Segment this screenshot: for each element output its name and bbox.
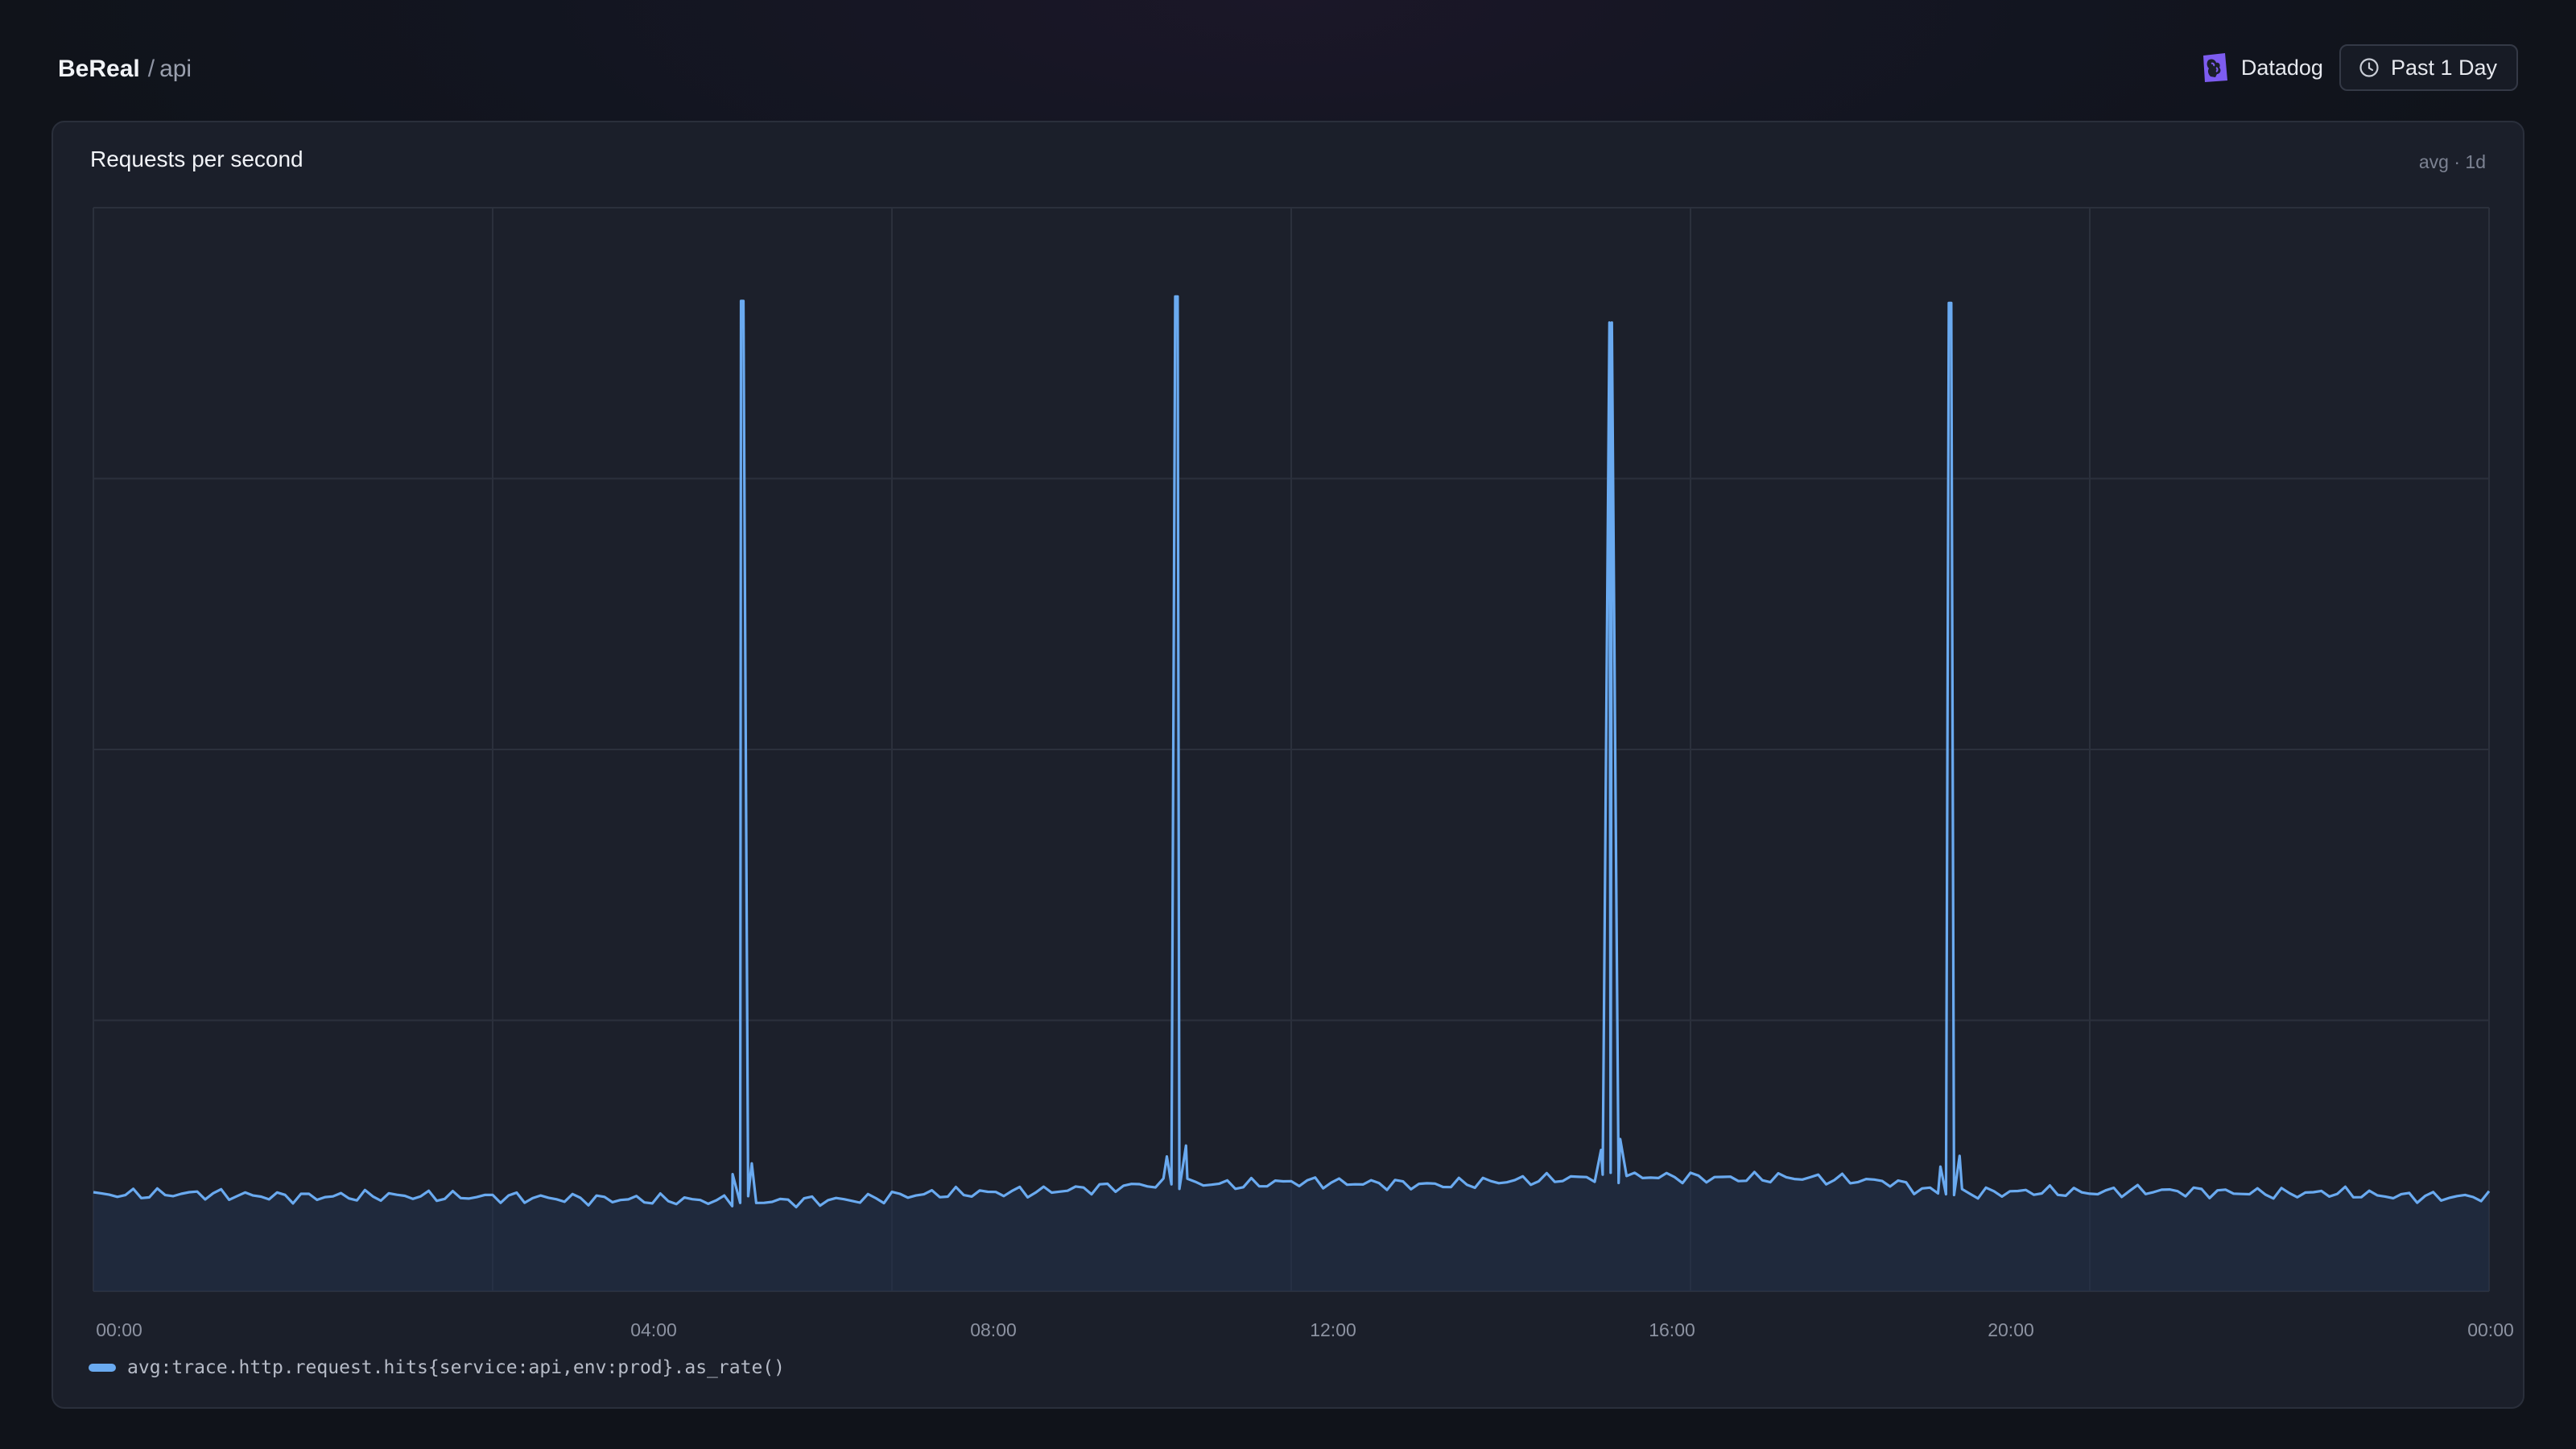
x-tick-label: 12:00 (1310, 1319, 1356, 1340)
chart-panel: Requests per second avg · 1d 00:00 04:00 0… (52, 121, 2524, 1409)
x-tick-label: 04:00 (630, 1319, 677, 1340)
x-tick-label: 08:00 (970, 1319, 1017, 1340)
legend-swatch (89, 1364, 116, 1372)
chart-plot[interactable]: 00:00 04:00 08:00 12:00 16:00 20:00 00:00 (53, 122, 2526, 1410)
provider-label: Datadog (2240, 55, 2323, 80)
breadcrumb-service[interactable]: api (159, 56, 192, 82)
breadcrumb-org[interactable]: BeReal (58, 56, 140, 82)
x-tick-label: 20:00 (1988, 1319, 2034, 1340)
x-tick-label: 16:00 (1649, 1319, 1695, 1340)
topbar: BeReal / api Datadog Past 1 Day (0, 0, 2576, 121)
clock-icon (2359, 58, 2379, 77)
legend-series-label[interactable]: avg:trace.http.request.hits{service:api,… (127, 1357, 785, 1378)
chart-legend: avg:trace.http.request.hits{service:api,… (89, 1357, 785, 1378)
datadog-logo-icon (2202, 53, 2227, 82)
breadcrumb: BeReal / api (58, 53, 192, 85)
provider-link[interactable]: Datadog (2201, 52, 2323, 83)
topbar-actions: Datadog Past 1 Day (2201, 43, 2518, 92)
time-range-label: Past 1 Day (2390, 55, 2497, 80)
breadcrumb-separator: / (147, 56, 155, 82)
x-tick-label: 00:00 (96, 1319, 142, 1340)
x-tick-label: 00:00 (2467, 1319, 2514, 1340)
time-range-button[interactable]: Past 1 Day (2339, 44, 2518, 91)
